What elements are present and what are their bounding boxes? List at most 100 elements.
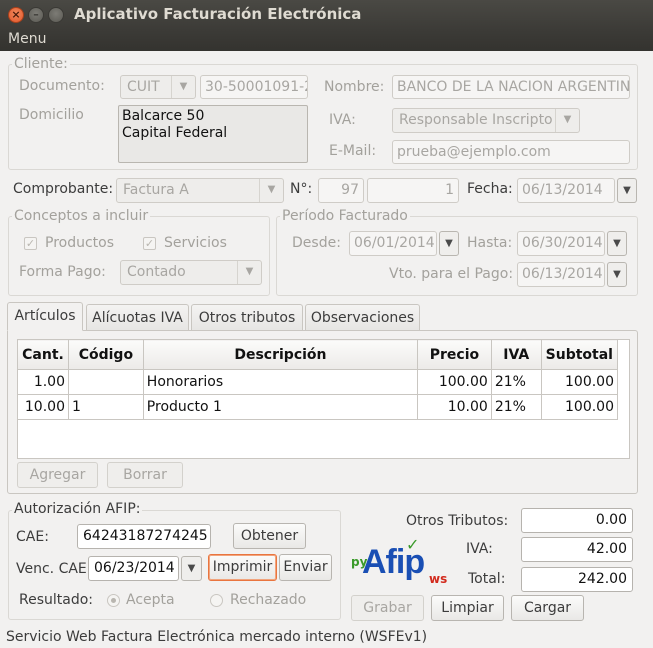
productos-label: Productos <box>45 235 115 251</box>
desde-label: Desde: <box>292 235 341 251</box>
hasta-field[interactable]: 06/30/2014 <box>517 231 605 256</box>
table-row[interactable]: 1.00 Honorarios 100.00 21% 100.00 <box>17 369 619 395</box>
conceptos-group-label: Conceptos a incluir <box>12 208 151 224</box>
desde-dropdown-button[interactable]: ▼ <box>439 231 459 256</box>
cell-precio[interactable]: 100.00 <box>417 369 492 395</box>
servicios-checkbox[interactable]: ✓ <box>143 237 156 250</box>
check-icon: ✓ <box>406 535 420 554</box>
afip-group-label: Autorización AFIP: <box>12 501 143 517</box>
maximize-window-button[interactable] <box>48 7 64 23</box>
tab-otros-tributos[interactable]: Otros tributos <box>191 304 303 331</box>
iva-select[interactable]: Responsable Inscripto ▼ <box>392 108 580 133</box>
column-header-codigo[interactable]: Código <box>67 339 144 370</box>
acepta-radio[interactable] <box>107 594 120 607</box>
chevron-down-icon: ▼ <box>555 109 579 132</box>
cell-codigo[interactable]: 1 <box>67 394 144 420</box>
cell-iva[interactable]: 21% <box>490 394 542 420</box>
email-field[interactable]: prueba@ejemplo.com <box>392 140 630 164</box>
logo-ws-text: ws <box>429 572 448 586</box>
check-icon: ✓ <box>144 237 155 250</box>
iva-total-field[interactable]: 42.00 <box>521 537 633 562</box>
domicilio-line-1: Balcarce 50 <box>122 108 205 124</box>
cell-precio[interactable]: 10.00 <box>417 394 492 420</box>
column-header-precio[interactable]: Precio <box>417 339 492 370</box>
menu-bar <box>0 30 653 51</box>
check-icon: ✓ <box>25 237 36 250</box>
otros-tributos-label: Otros Tributos: <box>406 513 509 529</box>
tab-articulos[interactable]: Artículos <box>7 302 83 331</box>
vto-label: Vto. para el Pago: <box>389 266 514 282</box>
vto-field[interactable]: 06/13/2014 <box>517 262 605 287</box>
articulos-table: Cant. Código Descripción Precio IVA Subt… <box>17 339 619 420</box>
window-title: Aplicativo Facturación Electrónica <box>74 5 362 23</box>
cae-label: CAE: <box>16 529 49 545</box>
limpiar-button[interactable]: Limpiar <box>431 595 504 621</box>
enviar-button[interactable]: Enviar <box>279 554 332 581</box>
cell-codigo[interactable] <box>67 369 144 395</box>
column-header-subtotal[interactable]: Subtotal <box>540 339 619 370</box>
obtener-button[interactable]: Obtener <box>233 523 306 549</box>
table-row[interactable]: 10.00 1 Producto 1 10.00 21% 100.00 <box>17 394 619 420</box>
numero-field[interactable]: 1 <box>367 178 459 203</box>
comprobante-label: Comprobante: <box>13 181 114 197</box>
cargar-button[interactable]: Cargar <box>511 595 584 621</box>
articulos-table-area: Cant. Código Descripción Precio IVA Subt… <box>17 339 630 459</box>
cell-descripcion[interactable]: Producto 1 <box>142 394 419 420</box>
status-bar: Servicio Web Factura Electrónica mercado… <box>6 629 428 645</box>
doc-number-field[interactable]: 30-50001091-2 <box>200 75 308 99</box>
punto-venta-field[interactable]: 97 <box>318 178 364 203</box>
hasta-dropdown-button[interactable]: ▼ <box>607 231 627 256</box>
tab-alicuotas-iva[interactable]: Alícuotas IVA <box>86 304 189 331</box>
cell-subtotal[interactable]: 100.00 <box>540 369 619 395</box>
fecha-dropdown-button[interactable]: ▼ <box>617 178 637 203</box>
rechazado-radio[interactable] <box>210 594 223 607</box>
venc-cae-label: Venc. CAE: <box>16 561 92 577</box>
resultado-label: Resultado: <box>19 592 94 608</box>
minimize-window-button[interactable]: – <box>28 7 44 23</box>
productos-checkbox[interactable]: ✓ <box>24 237 37 250</box>
chevron-down-icon: ▼ <box>623 185 631 196</box>
chevron-down-icon: ▼ <box>445 238 453 249</box>
cell-cant[interactable]: 10.00 <box>17 394 69 420</box>
desde-field[interactable]: 06/01/2014 <box>349 231 437 256</box>
column-header-cant[interactable]: Cant. <box>17 339 69 370</box>
nombre-label: Nombre: <box>324 79 385 95</box>
doc-type-select[interactable]: CUIT ▼ <box>120 75 196 99</box>
forma-pago-select[interactable]: Contado ▼ <box>120 260 262 285</box>
chevron-down-icon: ▼ <box>613 238 621 249</box>
cell-iva[interactable]: 21% <box>490 369 542 395</box>
imprimir-button[interactable]: Imprimir <box>208 554 277 581</box>
venc-cae-dropdown-button[interactable]: ▼ <box>181 556 202 581</box>
chevron-down-icon: ▼ <box>171 76 195 98</box>
menu-item[interactable]: Menu <box>8 31 46 47</box>
pyafipws-logo: py Afip ✓ ws <box>350 535 450 591</box>
column-header-iva[interactable]: IVA <box>490 339 542 370</box>
close-window-button[interactable]: × <box>8 7 24 23</box>
vto-dropdown-button[interactable]: ▼ <box>607 262 627 287</box>
tab-observaciones[interactable]: Observaciones <box>305 304 420 331</box>
cae-field[interactable]: 64243187274245 <box>77 524 211 549</box>
borrar-button[interactable]: Borrar <box>107 462 183 488</box>
fecha-field[interactable]: 06/13/2014 <box>517 178 615 203</box>
column-header-descripcion[interactable]: Descripción <box>142 339 419 370</box>
agregar-button[interactable]: Agregar <box>17 462 98 488</box>
otros-tributos-field[interactable]: 0.00 <box>521 508 633 533</box>
chevron-down-icon: ▼ <box>187 563 196 574</box>
maximize-icon <box>49 8 63 22</box>
domicilio-textarea[interactable]: Balcarce 50 Capital Federal <box>118 105 308 163</box>
venc-cae-field[interactable]: 06/23/2014 <box>88 556 179 581</box>
grabar-button[interactable]: Grabar <box>351 595 424 621</box>
total-label: Total: <box>468 571 506 587</box>
iva-total-label: IVA: <box>466 541 493 557</box>
chevron-down-icon: ▼ <box>259 179 283 202</box>
nombre-field[interactable]: BANCO DE LA NACION ARGENTINA <box>392 75 630 99</box>
total-field[interactable]: 242.00 <box>521 567 633 592</box>
comprobante-select[interactable]: Factura A ▼ <box>116 178 284 203</box>
cell-cant[interactable]: 1.00 <box>17 369 69 395</box>
chevron-down-icon: ▼ <box>613 269 621 280</box>
cell-descripcion[interactable]: Honorarios <box>142 369 419 395</box>
cliente-group-label: Cliente: <box>12 56 70 72</box>
numero-label: N°: <box>290 181 313 197</box>
cell-subtotal[interactable]: 100.00 <box>540 394 619 420</box>
chevron-down-icon: ▼ <box>237 261 261 284</box>
